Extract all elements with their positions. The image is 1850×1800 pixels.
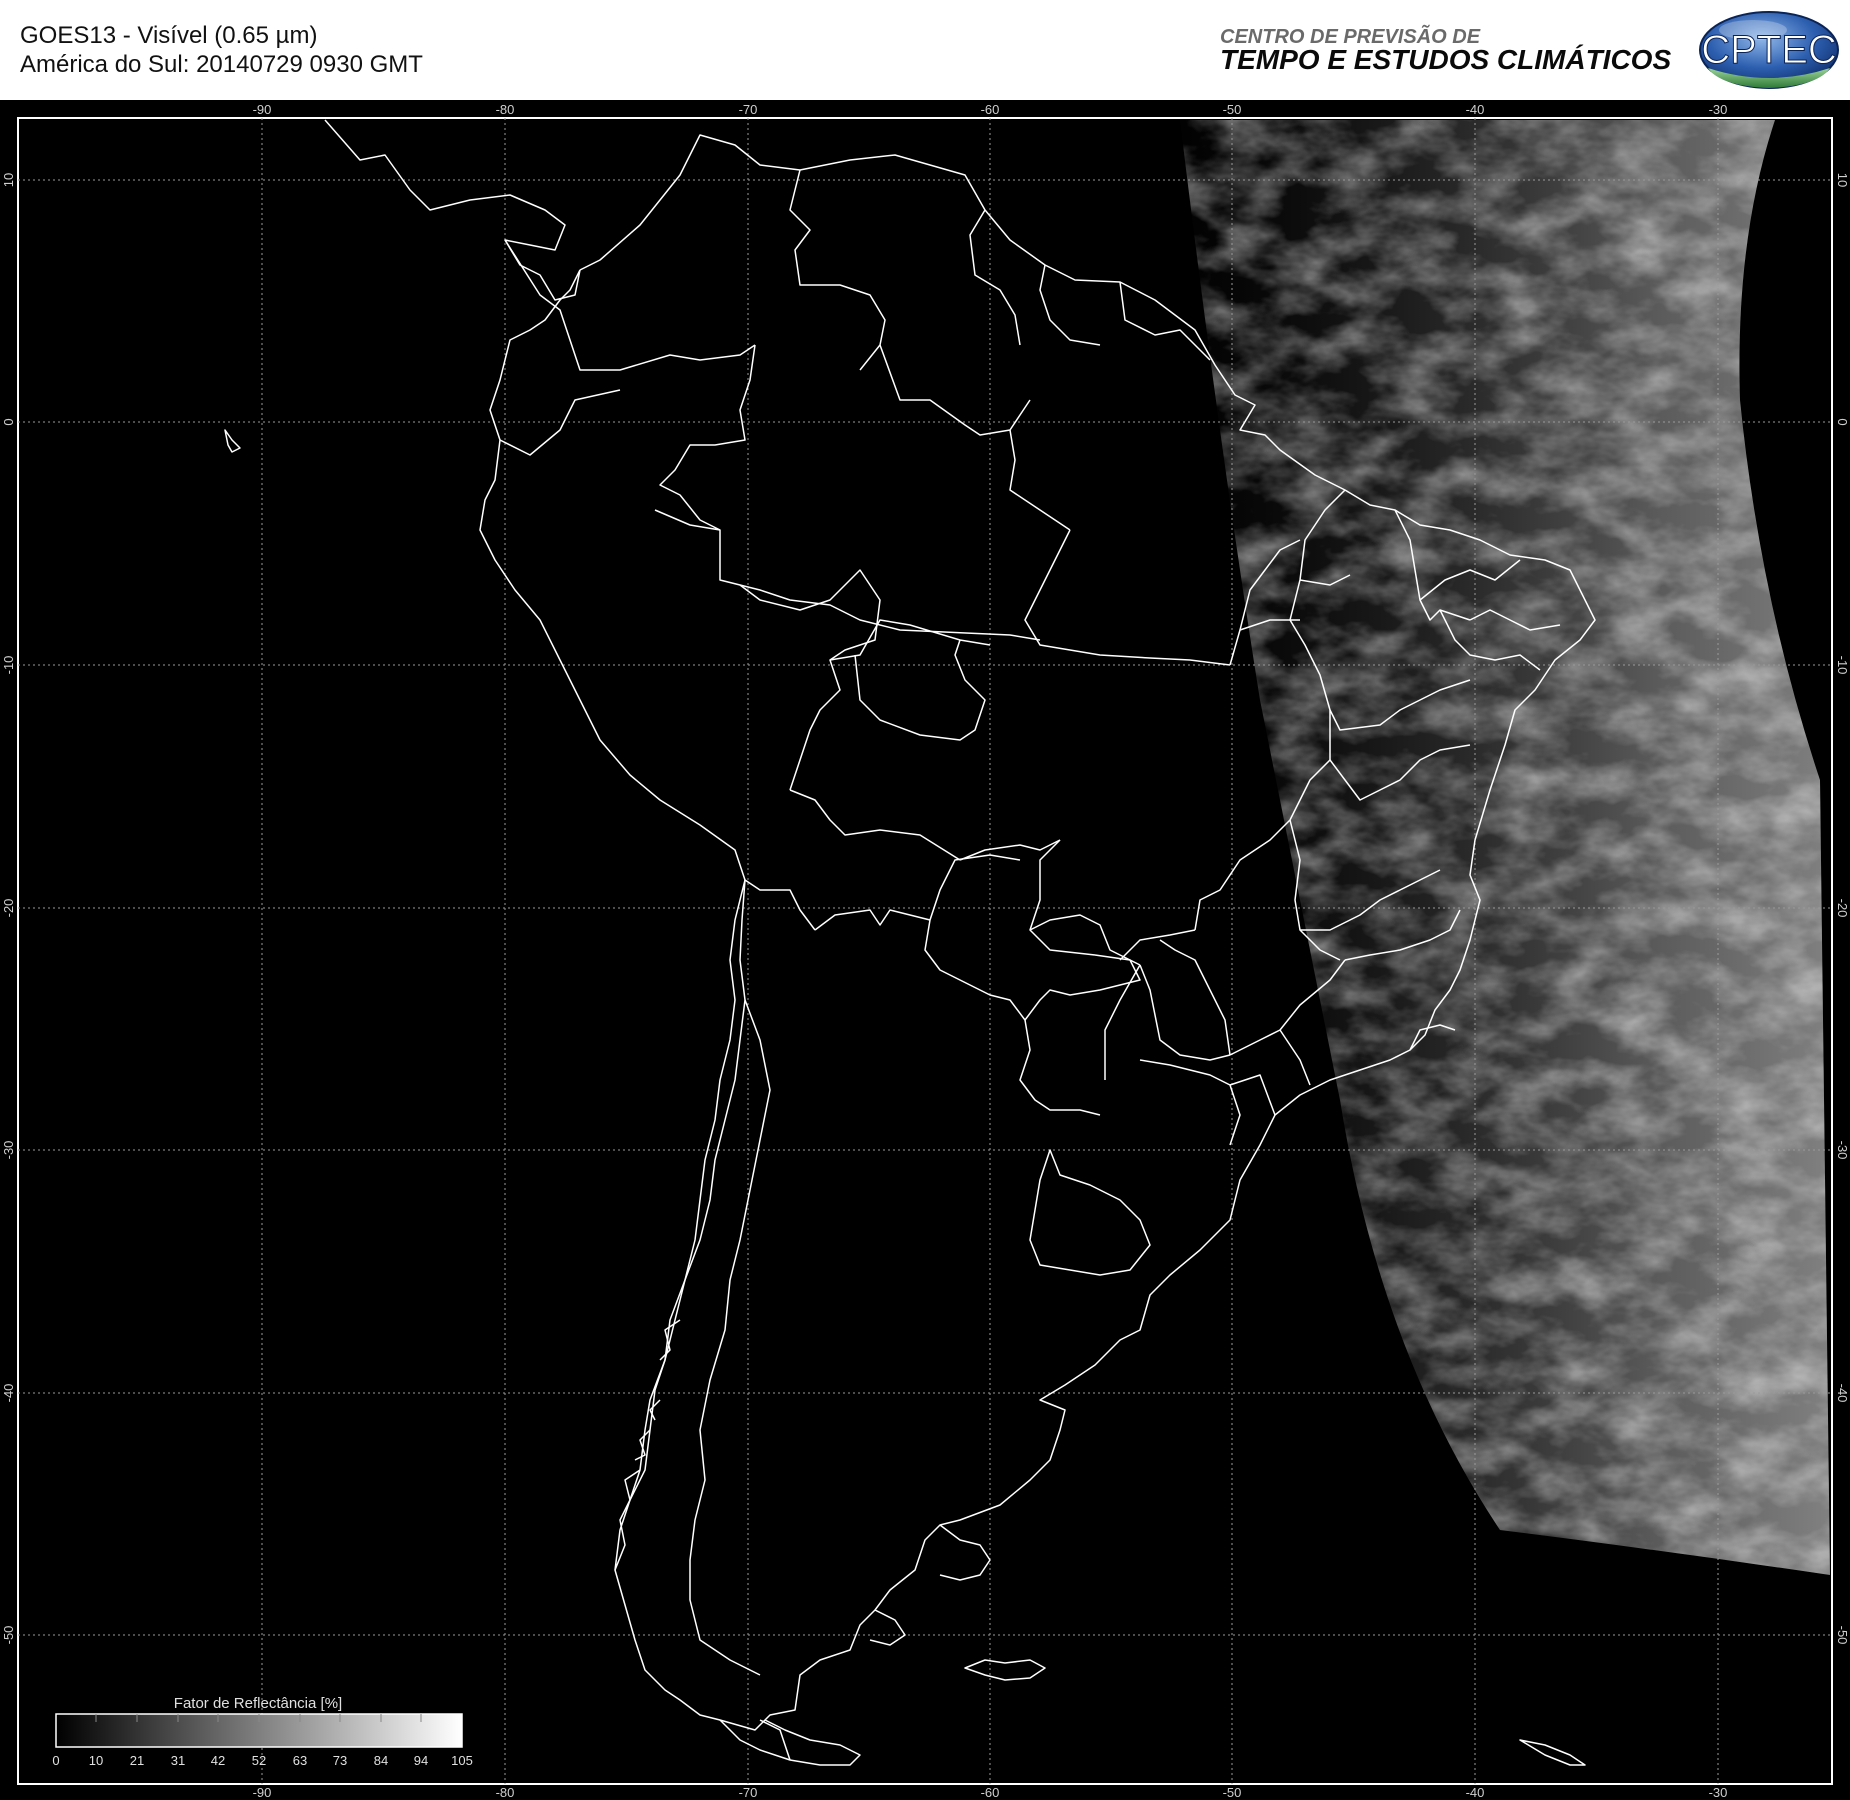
lon-label: -40 (1466, 1785, 1485, 1800)
map-canvas: -90 -80 -70 -60 -50 -40 -30 -90 -80 -70 … (1, 102, 1850, 1800)
lat-labels-left: 10 0 -10 -20 -30 -40 -50 (1, 173, 16, 1645)
colorbar-tick: 84 (374, 1753, 388, 1768)
lon-label: -80 (496, 102, 515, 117)
colorbar-tick: 52 (252, 1753, 266, 1768)
colorbar-tick: 94 (414, 1753, 428, 1768)
colorbar-tick: 42 (211, 1753, 225, 1768)
colorbar-tick: 105 (451, 1753, 473, 1768)
colorbar-tick: 21 (130, 1753, 144, 1768)
lat-label: -20 (1, 899, 16, 918)
lat-label: -30 (1, 1141, 16, 1160)
lat-label: 0 (1835, 418, 1850, 425)
header: GOES13 - Visível (0.65 µm) América do Su… (0, 0, 1850, 100)
colorbar-tick: 0 (52, 1753, 59, 1768)
cptec-logo: CPTEC (1699, 11, 1839, 89)
logo-text: CPTEC (1701, 28, 1837, 72)
lon-label: -90 (253, 1785, 272, 1800)
lon-label: -30 (1709, 1785, 1728, 1800)
satellite-map[interactable]: -90 -80 -70 -60 -50 -40 -30 -90 -80 -70 … (0, 100, 1850, 1800)
lon-label: -70 (739, 1785, 758, 1800)
lon-label: -80 (496, 1785, 515, 1800)
lon-labels-top: -90 -80 -70 -60 -50 -40 -30 (253, 102, 1728, 117)
colorbar-title: Fator de Reflectância [%] (174, 1695, 342, 1712)
lat-label: -10 (1, 656, 16, 675)
lat-label: -30 (1835, 1141, 1850, 1160)
lon-label: -50 (1223, 1785, 1242, 1800)
region-datetime: América do Sul: 20140729 0930 GMT (20, 51, 423, 78)
lat-labels-right: 10 0 -10 -20 -30 -40 -50 (1835, 173, 1850, 1645)
lon-label: -60 (981, 102, 1000, 117)
lon-label: -60 (981, 1785, 1000, 1800)
lon-label: -40 (1466, 102, 1485, 117)
lat-label: -50 (1835, 1626, 1850, 1645)
lon-label: -70 (739, 102, 758, 117)
colorbar-tick: 10 (89, 1753, 103, 1768)
lat-label: -50 (1, 1626, 16, 1645)
organization-name-line2: TEMPO E ESTUDOS CLIMÁTICOS (1220, 44, 1672, 75)
colorbar-tick: 73 (333, 1753, 347, 1768)
product-title: GOES13 - Visível (0.65 µm) (20, 22, 318, 49)
lon-label: -30 (1709, 102, 1728, 117)
lon-labels-bottom: -90 -80 -70 -60 -50 -40 -30 (253, 1785, 1728, 1800)
colorbar-tick: 31 (171, 1753, 185, 1768)
lat-label: 10 (1835, 173, 1850, 187)
lat-label: -20 (1835, 899, 1850, 918)
lat-label: -10 (1835, 656, 1850, 675)
lat-label: 0 (1, 418, 16, 425)
lat-label: -40 (1835, 1384, 1850, 1403)
colorbar-tick: 63 (293, 1753, 307, 1768)
lon-label: -90 (253, 102, 272, 117)
lat-label: -40 (1, 1384, 16, 1403)
lat-label: 10 (1, 173, 16, 187)
lon-label: -50 (1223, 102, 1242, 117)
